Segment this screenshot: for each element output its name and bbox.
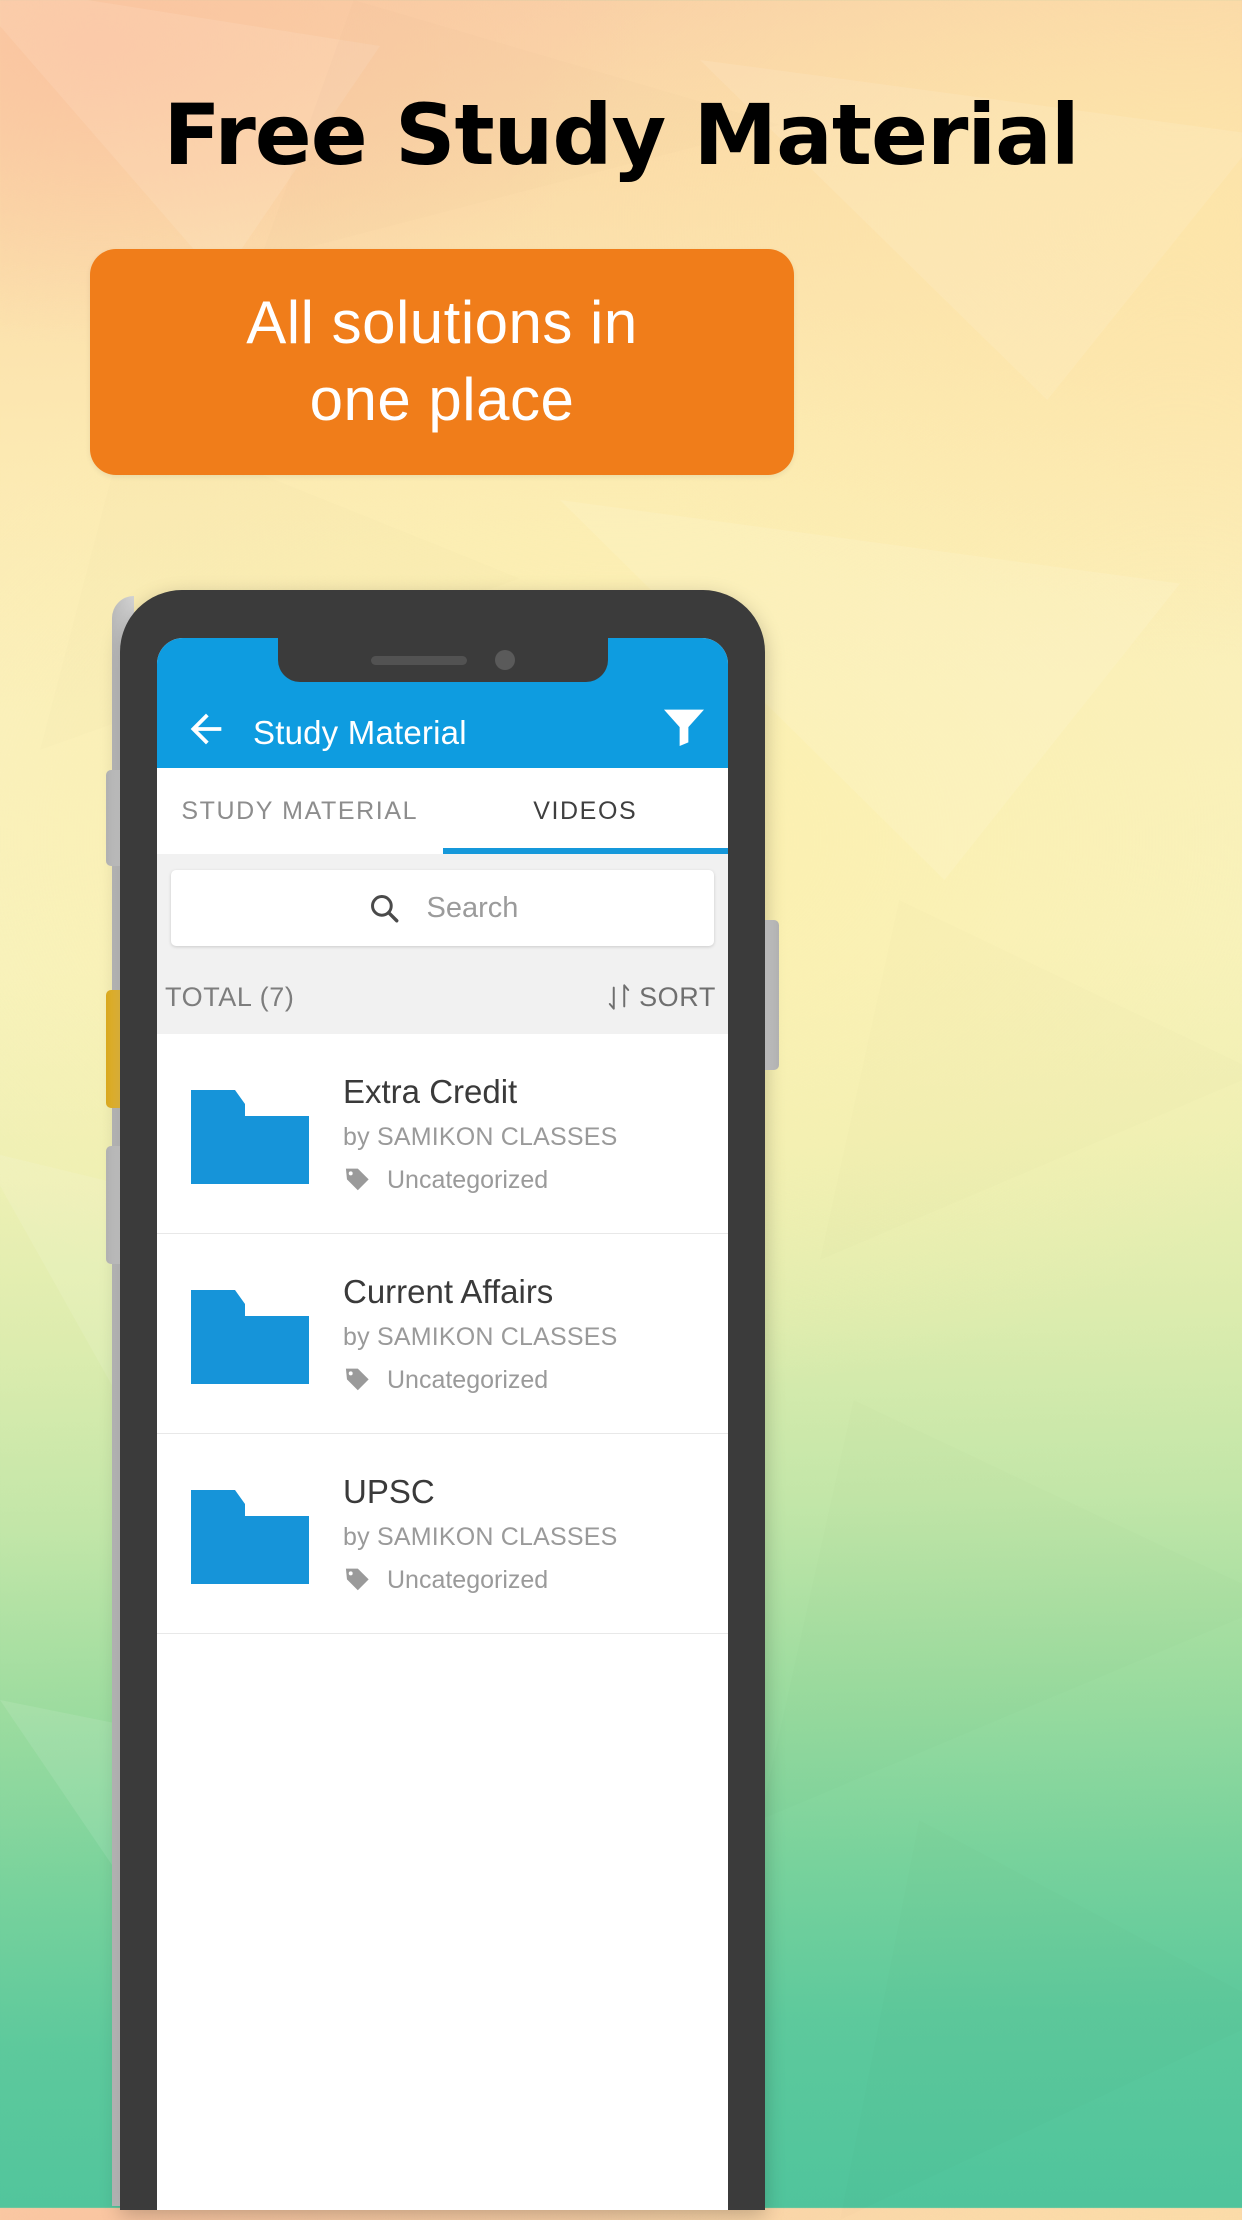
list-item[interactable]: Current Affairs by SAMIKON CLASSES Uncat… bbox=[157, 1234, 728, 1434]
total-count-label: TOTAL (7) bbox=[165, 981, 295, 1012]
phone-screen: Study Material STUDY MATERIAL VIDEOS Sea… bbox=[157, 638, 728, 2210]
list-item-tag-row: Uncategorized bbox=[343, 1566, 708, 1595]
list-item-author: by SAMIKON CLASSES bbox=[343, 1522, 618, 1551]
tab-study-material[interactable]: STUDY MATERIAL bbox=[157, 768, 443, 854]
search-input[interactable]: Search bbox=[171, 870, 714, 946]
folder-icon bbox=[191, 1284, 309, 1384]
search-placeholder: Search bbox=[426, 891, 519, 924]
list-item-tag: Uncategorized bbox=[387, 1365, 549, 1394]
sort-label: SORT bbox=[639, 981, 716, 1012]
list-item-title: UPSC bbox=[343, 1472, 435, 1510]
tag-icon bbox=[343, 1166, 371, 1194]
tab-bar: STUDY MATERIAL VIDEOS bbox=[157, 768, 728, 854]
tag-icon bbox=[343, 1366, 371, 1394]
promo-banner: All solutions in one place bbox=[90, 249, 794, 475]
folder-icon bbox=[191, 1084, 309, 1184]
phone-volume-down-button[interactable] bbox=[106, 1146, 120, 1264]
filter-icon[interactable] bbox=[662, 706, 706, 746]
list-item[interactable]: UPSC by SAMIKON CLASSES Uncategorized bbox=[157, 1434, 728, 1634]
list-item-text: Current Affairs by SAMIKON CLASSES Uncat… bbox=[343, 1273, 708, 1395]
list-item-tag: Uncategorized bbox=[387, 1165, 549, 1194]
sort-icon bbox=[607, 983, 631, 1011]
phone-notch bbox=[277, 638, 608, 682]
list-item[interactable]: Extra Credit by SAMIKON CLASSES Uncatego… bbox=[157, 1034, 728, 1234]
list-item-tag-row: Uncategorized bbox=[343, 1166, 708, 1195]
back-arrow-icon[interactable] bbox=[183, 706, 229, 752]
list-item-title: Current Affairs bbox=[343, 1272, 554, 1310]
app-bar-title: Study Material bbox=[253, 714, 467, 751]
tab-videos-label: VIDEOS bbox=[533, 796, 638, 825]
list-toolbar: TOTAL (7) SORT bbox=[157, 960, 728, 1034]
material-list: Extra Credit by SAMIKON CLASSES Uncatego… bbox=[157, 1034, 728, 1634]
search-section: Search bbox=[157, 854, 728, 960]
list-item-tag: Uncategorized bbox=[387, 1565, 549, 1594]
tag-icon bbox=[343, 1566, 371, 1594]
list-item-tag-row: Uncategorized bbox=[343, 1366, 708, 1395]
list-item-text: Extra Credit by SAMIKON CLASSES Uncatego… bbox=[343, 1073, 708, 1195]
folder-icon bbox=[191, 1484, 309, 1584]
tab-study-material-label: STUDY MATERIAL bbox=[181, 796, 419, 825]
phone-mockup: Study Material STUDY MATERIAL VIDEOS Sea… bbox=[106, 590, 779, 2210]
search-icon bbox=[367, 891, 401, 925]
sort-button[interactable]: SORT bbox=[607, 982, 716, 1013]
list-item-author: by SAMIKON CLASSES bbox=[343, 1322, 618, 1351]
phone-volume-up-button[interactable] bbox=[106, 990, 120, 1108]
list-item-title: Extra Credit bbox=[343, 1072, 518, 1110]
phone-mute-switch[interactable] bbox=[106, 770, 120, 866]
list-item-author: by SAMIKON CLASSES bbox=[343, 1122, 618, 1151]
earpiece-speaker-icon bbox=[370, 655, 467, 665]
page-title: Free Study Material bbox=[163, 86, 1079, 184]
list-item-text: UPSC by SAMIKON CLASSES Uncategorized bbox=[343, 1473, 708, 1595]
promo-banner-text: All solutions in one place bbox=[246, 289, 638, 433]
front-camera-icon bbox=[494, 650, 515, 670]
phone-power-button[interactable] bbox=[765, 920, 779, 1070]
tab-videos[interactable]: VIDEOS bbox=[442, 768, 729, 854]
